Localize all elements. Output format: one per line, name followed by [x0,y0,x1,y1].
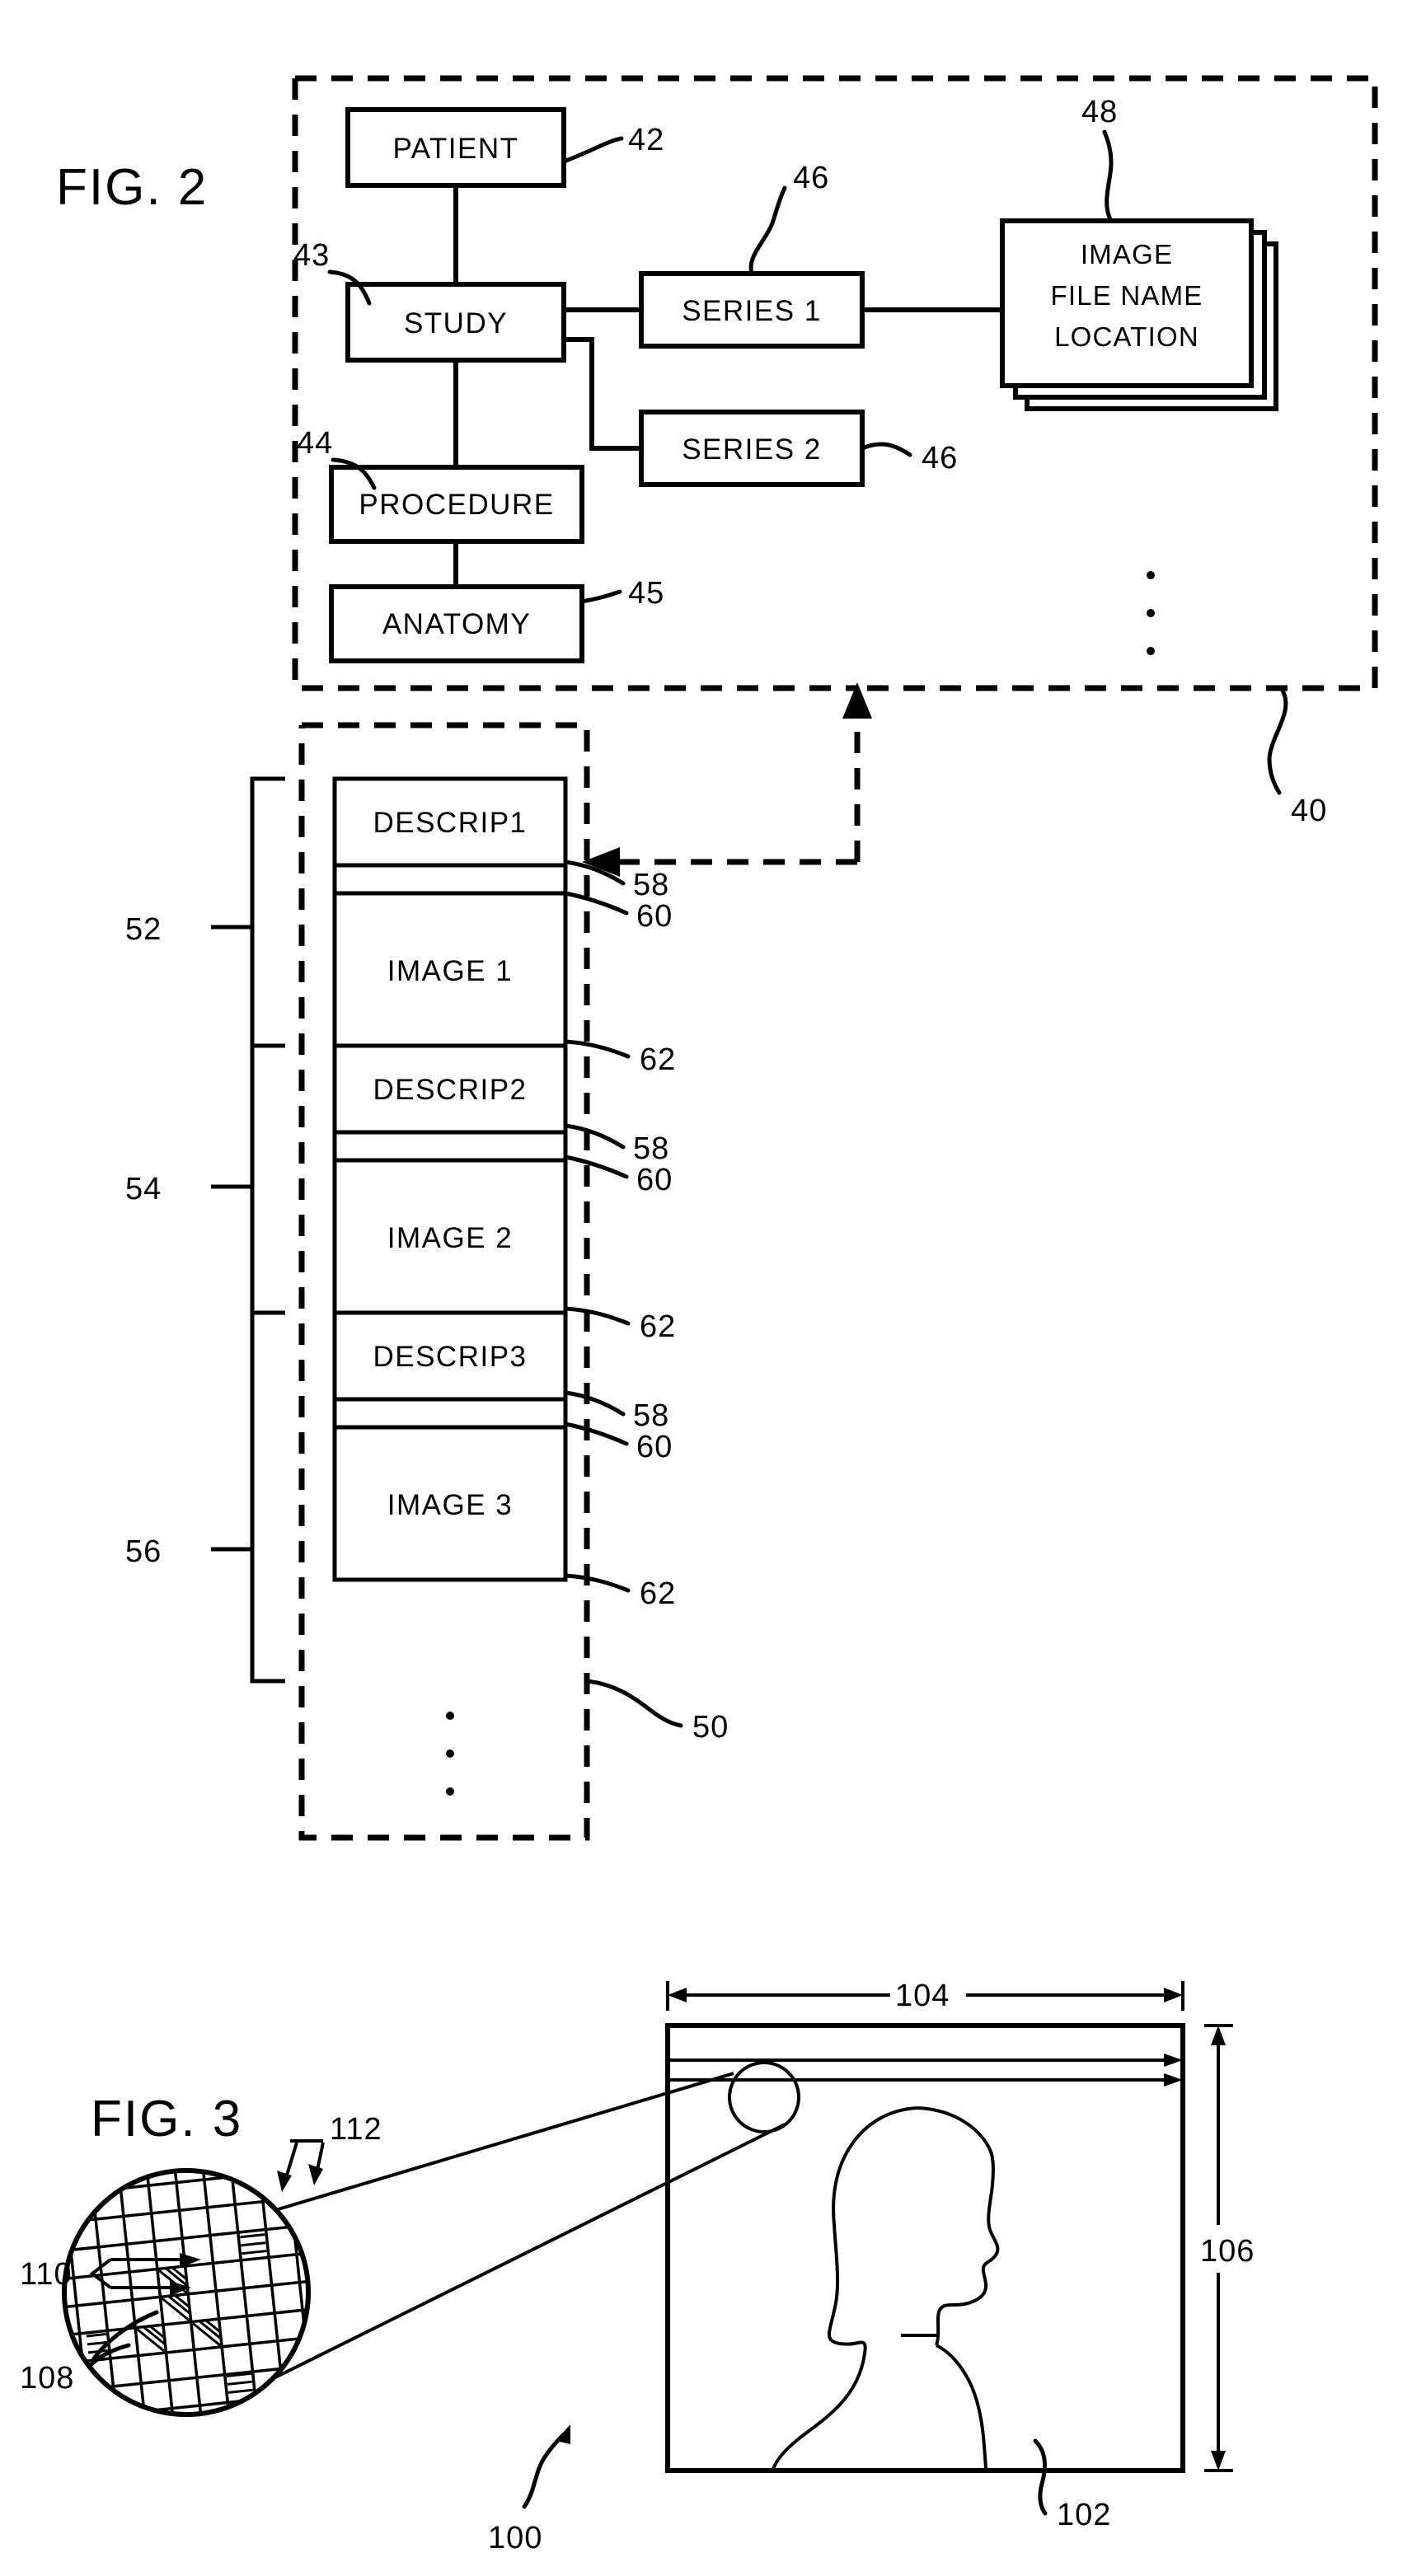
magnifier-circle [62,2168,311,2417]
ref-46-series1: 46 [793,161,829,195]
ref-112-arrows [277,2139,325,2192]
node-anatomy-label: ANATOMY [382,608,531,640]
ref-100-overall: 100 [488,2521,542,2555]
ref-50-memory: 50 [692,1710,729,1745]
ref-54: 54 [125,1172,162,1206]
ref-58-group2: 58 [633,1131,669,1166]
node-study-label: STUDY [404,307,508,340]
memory-descriptor-3-label: DESCRIP3 [373,1341,527,1373]
node-procedure-label: PROCEDURE [359,489,554,521]
ref-102-frame: 102 [1057,2498,1111,2532]
ref-100-leader [522,2424,570,2509]
memory-record-stack [332,776,568,1582]
memory-group-brackets [211,776,285,1684]
node-image-file-label-line3: LOCATION [1054,321,1199,352]
ref-106-height: 106 [1200,2234,1255,2269]
patent-drawing-sheet: PATIENT STUDY PROCEDURE ANATOMY SERIES 1… [0,0,1426,2576]
node-series-2-label: SERIES 2 [682,433,822,466]
ref-46-series2: 46 [922,441,958,475]
drawing-canvas: PATIENT STUDY PROCEDURE ANATOMY SERIES 1… [20,75,1378,2555]
ref-56: 56 [125,1534,162,1569]
figure-2-title: FIG. 2 [56,159,208,216]
ref-40-database: 40 [1291,794,1327,828]
ref-110-pixel-rows: 110 [20,2257,73,2292]
ref-104-width: 104 [895,1979,950,2013]
ref-44: 44 [297,426,333,461]
database-ellipsis [1147,571,1155,655]
memory-separator-2 [332,1130,568,1163]
memory-image-1-label: IMAGE 1 [387,955,513,987]
ref-62-group1: 62 [640,1042,676,1077]
memory-descriptor-2-label: DESCRIP2 [373,1074,527,1106]
ref-45: 45 [628,576,664,611]
memory-separator-1 [332,863,568,896]
memory-ellipsis [446,1712,454,1796]
figure-3-title: FIG. 3 [91,2091,242,2147]
ref-43: 43 [293,238,330,273]
ref-60-group2: 60 [636,1163,673,1197]
node-patient-label: PATIENT [392,133,518,165]
ref-60-group1: 60 [636,899,673,934]
ref-108-pixel: 108 [20,2361,74,2396]
ref-42: 42 [628,123,664,157]
memory-descriptor-1-label: DESCRIP1 [373,807,527,839]
memory-to-database-arrow [582,682,872,877]
ref-62-group3: 62 [640,1576,676,1611]
ref-60-group3: 60 [636,1430,673,1464]
memory-image-3-label: IMAGE 3 [387,1489,513,1521]
image-frame-102 [665,2023,1185,2473]
node-series-1-label: SERIES 1 [682,295,822,327]
ref-58-group1: 58 [633,868,669,902]
memory-separator-3 [332,1397,568,1430]
ref-62-group2: 62 [640,1309,676,1344]
ref-112-edge: 112 [330,2112,382,2147]
memory-image-2-label: IMAGE 2 [387,1222,513,1254]
node-image-file-label-line2: FILE NAME [1050,280,1203,311]
ref-48: 48 [1081,95,1118,129]
node-image-file-label-line1: IMAGE [1081,239,1173,269]
ref-58-group3: 58 [633,1398,669,1433]
ref-52: 52 [125,912,162,947]
